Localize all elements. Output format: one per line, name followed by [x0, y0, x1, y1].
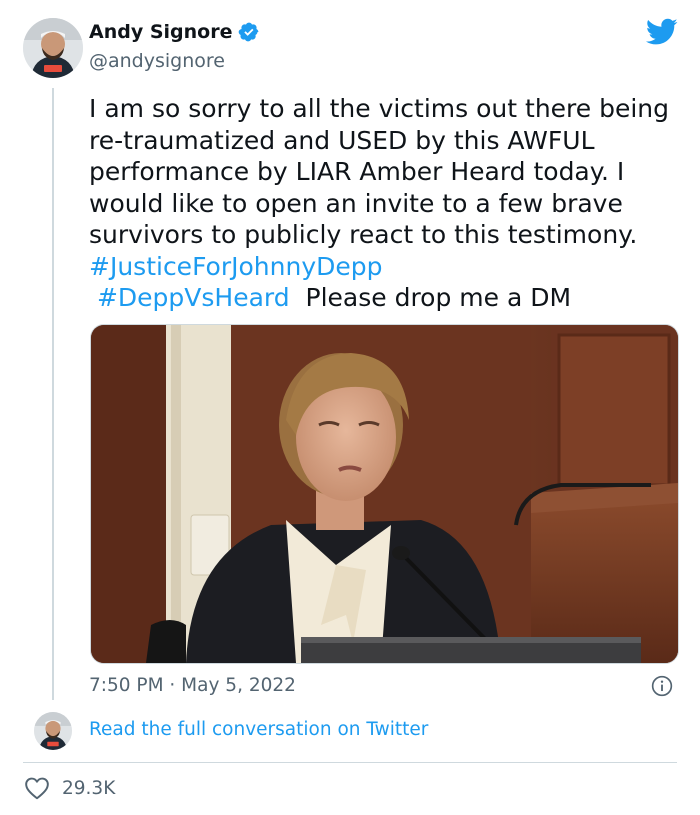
info-icon[interactable]: [651, 675, 673, 697]
tweet-card: Andy Signore @andysignore I am so sorry …: [0, 0, 700, 815]
read-conversation-link[interactable]: Read the full conversation on Twitter: [89, 719, 428, 740]
tweet-text-body: I am so sorry to all the victims out the…: [89, 94, 670, 249]
tweet-media-image[interactable]: [90, 324, 679, 664]
tweet-text: I am so sorry to all the victims out the…: [89, 93, 679, 314]
tweet-timestamp[interactable]: 7:50 PM · May 5, 2022: [89, 675, 296, 696]
author-avatar-small[interactable]: [34, 712, 72, 750]
heart-icon[interactable]: [24, 776, 50, 800]
like-action[interactable]: 29.3K: [24, 776, 115, 800]
tweet-text-spacer: [89, 283, 97, 312]
divider: [23, 762, 677, 763]
verified-badge-icon: [239, 22, 259, 42]
hashtag-justiceforjohnnydepp[interactable]: #JusticeForJohnnyDepp: [89, 252, 383, 281]
hashtag-deppvsheard[interactable]: #DeppVsHeard: [97, 283, 290, 312]
thread-line: [52, 88, 54, 700]
twitter-bird-icon[interactable]: [646, 18, 678, 46]
like-count: 29.3K: [62, 777, 116, 799]
author-handle[interactable]: @andysignore: [89, 50, 225, 72]
tweet-text-tail: Please drop me a DM: [289, 283, 572, 312]
author-name[interactable]: Andy Signore: [89, 21, 232, 43]
author-avatar[interactable]: [23, 18, 83, 78]
